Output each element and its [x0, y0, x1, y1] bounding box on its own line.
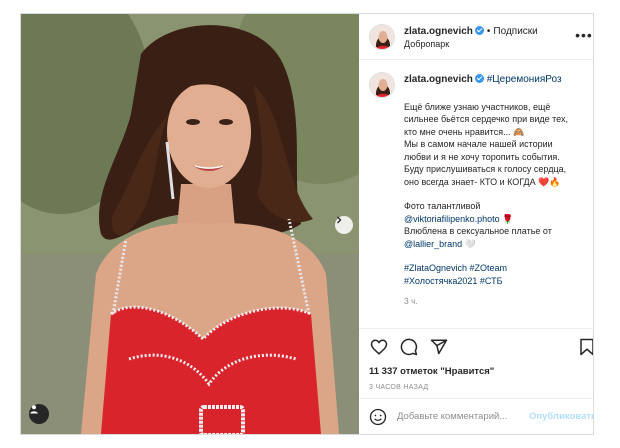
heart-icon [370, 338, 388, 355]
comment-input[interactable] [397, 411, 529, 422]
caption-time: 3 ч. [404, 296, 418, 306]
caption-head: zlata.ognevich #ЦеремонияРоз [404, 74, 584, 87]
verified-badge-icon [474, 74, 484, 83]
more-icon[interactable]: ••• [575, 28, 593, 42]
share-button[interactable] [429, 337, 449, 357]
share-icon [430, 339, 448, 354]
caption-body: zlata.ognevich #ЦеремонияРоз Ещё ближе у… [404, 74, 584, 308]
post-header: zlata.ognevich • Подписки Добропарк ••• [359, 14, 593, 60]
caption-avatar[interactable] [369, 72, 395, 98]
hashtag-link[interactable]: #Холостячка2021 #СТБ [404, 275, 584, 288]
caption-comment: zlata.ognevich #ЦеремонияРоз Ещё ближе у… [369, 72, 593, 308]
hashtag-link[interactable]: #ЦеремонияРоз [487, 74, 562, 85]
following-button[interactable]: Подписки [493, 26, 537, 37]
emoji-button[interactable] [369, 408, 387, 426]
user-tags-button[interactable] [29, 404, 49, 424]
caption-area: zlata.ognevich #ЦеремонияРоз Ещё ближе у… [359, 60, 593, 328]
caption-line: оно всегда знает- КТО и КОГДА ❤️🔥 [404, 176, 561, 187]
username-link[interactable]: zlata.ognevich [404, 26, 473, 37]
post-card: zlata.ognevich •Подписки Добропарк ••• [20, 13, 594, 435]
likes-count[interactable]: 11 337 отметок "Нравится" [359, 364, 593, 380]
separator-dot: • [486, 25, 491, 37]
avatar-image [370, 73, 394, 97]
user-tag-icon [30, 405, 38, 414]
mention-link[interactable]: @lallier_brand 🤍 [404, 238, 584, 251]
verified-badge-icon [474, 25, 484, 35]
next-photo-button[interactable] [335, 216, 353, 234]
caption-line: кто мне очень нравится... 🙈 [404, 126, 525, 137]
caption-line: Мы в самом начале нашей истории [404, 139, 553, 149]
comment-form: Опубликовать [359, 398, 593, 434]
caption-line: Ещё ближе узнаю участников, ещё [404, 101, 551, 112]
emoji-icon [369, 408, 387, 425]
comment-icon [400, 338, 418, 355]
caption-line: Буду прислушиваться к голосу сердца, [404, 164, 567, 174]
header-info: zlata.ognevich • Подписки Добропарк [404, 23, 538, 51]
action-bar [359, 328, 593, 364]
post-time[interactable]: 3 ЧАСОВ НАЗАД [359, 380, 593, 398]
hashtag-link[interactable]: #ZlataOgnevich #ZOteam [404, 262, 584, 275]
chevron-right-icon [337, 216, 342, 224]
mention-link[interactable]: @viktoriafilipenko.photo 🌹 [404, 213, 584, 226]
caption-username[interactable]: zlata.ognevich [404, 74, 473, 85]
caption-line: Влюблена в сексуальное платье от [404, 226, 552, 236]
caption-line: сильнее бьётся сердечко при виде тех, [404, 114, 568, 124]
caption-text: Ещё ближе узнаю участников, ещё сильнее … [404, 101, 584, 288]
like-button[interactable] [369, 337, 389, 357]
caption-line: любви и я не хочу торопить события. [404, 151, 560, 162]
caption-line: Фото талантливой [404, 201, 481, 211]
comment-button[interactable] [399, 337, 419, 357]
avatar[interactable] [369, 23, 395, 50]
avatar-image [370, 24, 394, 49]
photo-illustration [21, 14, 359, 434]
location-link[interactable]: Добропарк [404, 38, 538, 51]
post-sidebar: zlata.ognevich •Подписки Добропарк ••• [359, 14, 593, 434]
save-button[interactable] [577, 337, 593, 357]
publish-button[interactable]: Опубликовать [529, 411, 593, 422]
post-photo[interactable] [21, 14, 359, 434]
bookmark-icon [580, 338, 593, 355]
